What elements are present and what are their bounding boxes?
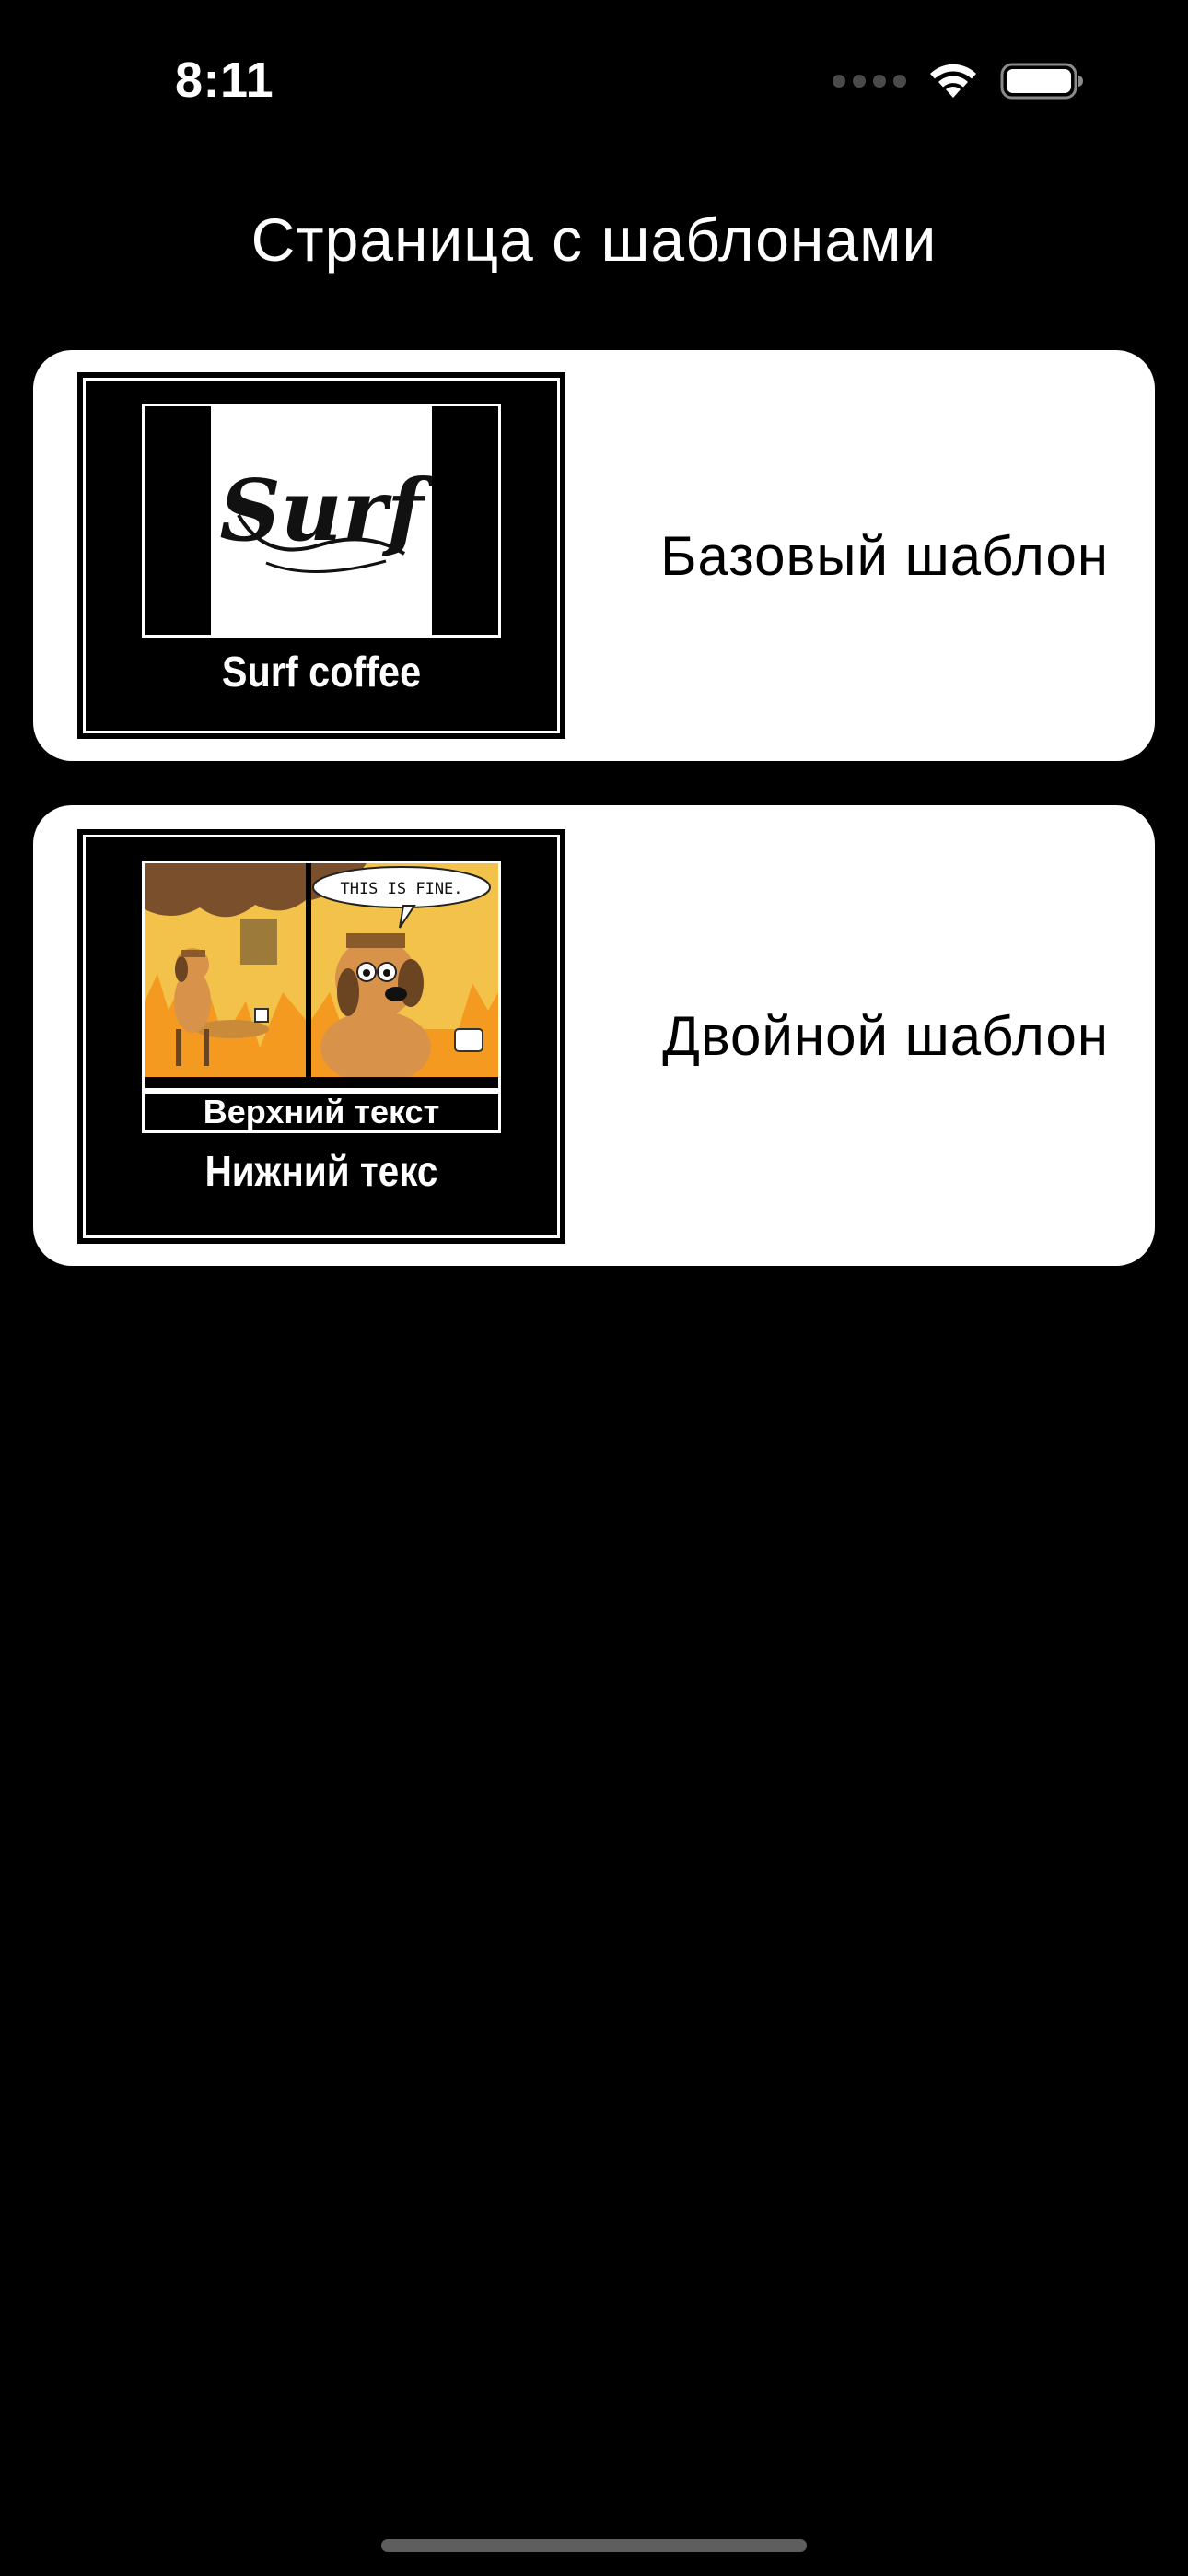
battery-icon bbox=[1000, 63, 1083, 100]
wifi-icon bbox=[930, 64, 976, 98]
template-preview-basic: Surf Surf coffee bbox=[77, 372, 565, 739]
preview-image-frame: THIS IS FINE. bbox=[142, 861, 501, 1091]
template-label-double: Двойной шаблон bbox=[662, 1004, 1109, 1067]
status-bar: 8:11 bbox=[0, 0, 1188, 157]
template-card-double[interactable]: THIS IS FINE. Верхний текст Нижний текс … bbox=[33, 805, 1155, 1266]
template-preview-double: THIS IS FINE. Верхний текст Нижний текс bbox=[77, 829, 565, 1244]
preview-bottom-text: Нижний текс bbox=[204, 1147, 438, 1195]
surf-logo-image: Surf bbox=[211, 406, 436, 635]
status-icons bbox=[833, 57, 1085, 105]
preview-image-frame: Surf bbox=[142, 404, 501, 638]
svg-text:Surf: Surf bbox=[219, 461, 432, 560]
home-indicator[interactable] bbox=[381, 2539, 807, 2552]
preview-caption: Surf coffee bbox=[221, 648, 422, 696]
page-title: Страница с шаблонами bbox=[250, 205, 938, 274]
svg-text:THIS IS FINE.: THIS IS FINE. bbox=[340, 880, 462, 898]
meme-panel-left bbox=[145, 863, 306, 1077]
preview-top-text: Верхний текст bbox=[142, 1091, 501, 1133]
status-time: 8:11 bbox=[175, 53, 274, 108]
signal-dots-icon bbox=[833, 75, 906, 88]
template-card-basic[interactable]: Surf Surf coffee Базовый шаблон bbox=[33, 350, 1155, 761]
template-list: Surf Surf coffee Базовый шаблон THIS IS … bbox=[33, 350, 1155, 1266]
meme-panel-right: THIS IS FINE. bbox=[311, 863, 498, 1077]
template-label-basic: Базовый шаблон bbox=[660, 524, 1109, 587]
